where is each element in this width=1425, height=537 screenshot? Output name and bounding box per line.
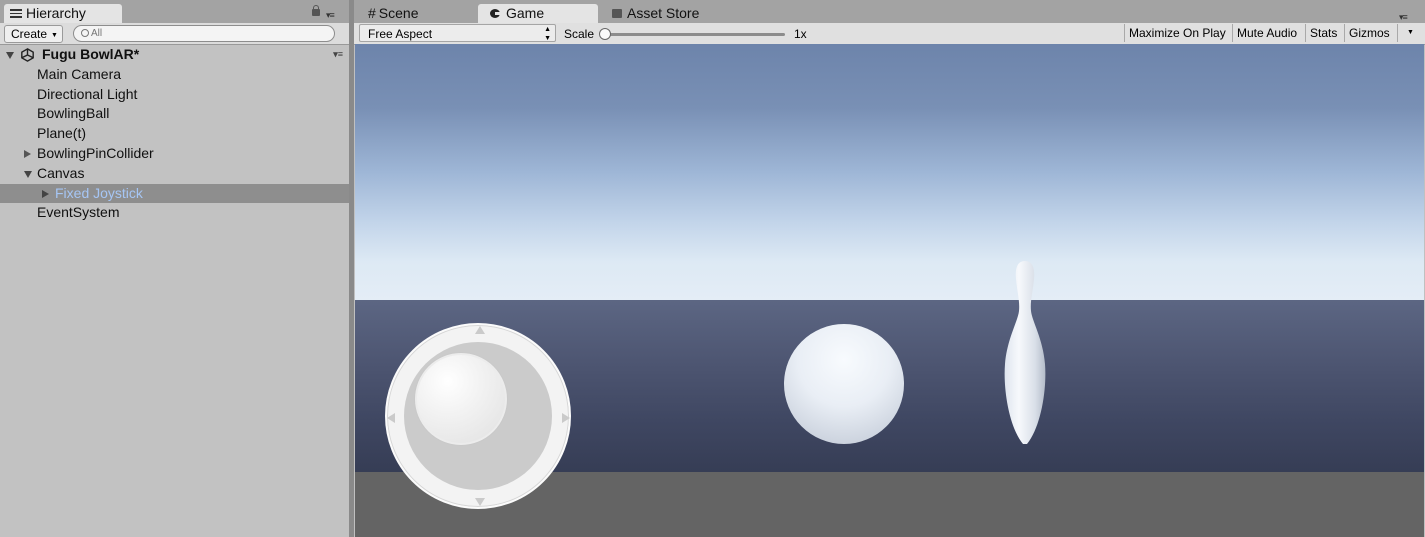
hierarchy-item-label: EventSystem [37, 204, 120, 221]
hierarchy-item-canvas[interactable]: Canvas [0, 164, 349, 184]
list-icon [10, 9, 22, 18]
shopping-bag-icon [612, 9, 622, 18]
maximize-on-play-toggle[interactable]: Maximize On Play [1124, 24, 1230, 42]
hierarchy-item-main-camera[interactable]: Main Camera [0, 65, 349, 85]
tab-game[interactable]: Game [478, 4, 598, 23]
hierarchy-item-bowlingpincollider[interactable]: BowlingPinCollider [0, 144, 349, 164]
hierarchy-toolbar: Create ▼ [0, 23, 349, 45]
gizmos-dropdown-caret-icon[interactable]: ▼ [1397, 24, 1423, 42]
tab-asset-store-label: Asset Store [627, 5, 700, 21]
scale-value: 1x [794, 27, 807, 41]
gizmos-toggle[interactable]: Gizmos [1344, 24, 1394, 42]
create-button[interactable]: Create ▼ [4, 25, 63, 43]
hierarchy-item-plane[interactable]: Plane(t) [0, 124, 349, 144]
fixed-joystick[interactable] [385, 323, 571, 509]
hierarchy-item-label: Fixed Joystick [55, 184, 143, 201]
scene-menu-icon[interactable]: ▾≡ [333, 45, 343, 65]
joystick-handle[interactable] [415, 353, 507, 445]
scale-slider-handle[interactable] [599, 28, 611, 40]
game-panel: # Scene Game Asset Store ▾≡ Free Aspect ▲… [354, 0, 1425, 537]
scene-name: Fugu BowlAR* [42, 46, 140, 62]
game-viewport[interactable] [355, 44, 1424, 537]
hierarchy-item-label: Main Camera [37, 65, 122, 82]
search-field[interactable] [73, 25, 335, 42]
hierarchy-item-eventsystem[interactable]: EventSystem [0, 203, 349, 223]
tab-scene[interactable]: # Scene [360, 4, 472, 23]
gamepad-icon [490, 9, 501, 18]
expand-arrow-icon[interactable] [6, 52, 14, 59]
dropdown-caret-icon: ▼ [51, 32, 58, 39]
bowling-ball [784, 324, 904, 444]
arrow-down-icon [475, 498, 485, 506]
tab-asset-store[interactable]: Asset Store [606, 4, 766, 23]
tab-hierarchy[interactable]: Hierarchy [4, 4, 122, 23]
hierarchy-item-directional-light[interactable]: Directional Light [0, 85, 349, 105]
tab-scene-label: Scene [378, 5, 419, 21]
view-tab-strip: # Scene Game Asset Store ▾≡ [354, 0, 1425, 23]
search-icon [81, 29, 89, 37]
bowling-pin [1004, 261, 1046, 444]
unity-logo-icon [21, 48, 34, 62]
hierarchy-item-bowlingball[interactable]: BowlingBall [0, 104, 349, 124]
arrow-up-icon [475, 326, 485, 334]
stats-toggle[interactable]: Stats [1305, 24, 1341, 42]
pane-menu-icon[interactable]: ▾≡ [1399, 12, 1408, 23]
scale-slider-track[interactable] [602, 33, 785, 36]
expand-arrow-icon[interactable] [42, 189, 49, 198]
tab-hierarchy-label: Hierarchy [26, 5, 86, 21]
hierarchy-item-label: Directional Light [37, 85, 138, 102]
hierarchy-tree: Fugu BowlAR* ▾≡ Main Camera Directional … [0, 45, 349, 223]
collapse-arrow-icon[interactable] [24, 170, 32, 178]
hierarchy-item-fixed-joystick[interactable]: Fixed Joystick [0, 183, 349, 204]
search-input[interactable] [89, 28, 291, 39]
hierarchy-item-label: Plane(t) [37, 125, 87, 142]
hierarchy-item-label: BowlingPinCollider [37, 144, 154, 161]
hierarchy-tab-strip: Hierarchy ▾≡ [0, 0, 349, 23]
aspect-label: Free Aspect [368, 27, 433, 41]
expand-arrow-icon[interactable] [24, 149, 31, 158]
updown-arrows-icon: ▲ ▼ [544, 26, 551, 42]
game-toolbar: Free Aspect ▲ ▼ Scale 1x Maximize On Play… [354, 23, 1425, 45]
tab-game-label: Game [506, 5, 545, 21]
scale-label: Scale [564, 27, 595, 41]
arrow-right-icon [562, 413, 570, 423]
hierarchy-panel: Hierarchy ▾≡ Create▼ Fugu BowlAR* ▾≡ Mai… [0, 0, 349, 537]
sky [355, 44, 1424, 300]
pane-menu-icon[interactable]: ▾≡ [326, 10, 335, 21]
aspect-dropdown[interactable]: Free Aspect ▲ ▼ [359, 24, 556, 42]
scene-row[interactable]: Fugu BowlAR* ▾≡ [0, 45, 349, 65]
hierarchy-item-label: Canvas [37, 164, 85, 181]
arrow-left-icon [387, 413, 395, 423]
lock-icon[interactable] [312, 5, 320, 16]
hierarchy-item-label: BowlingBall [37, 105, 110, 122]
hash-icon: # [368, 5, 376, 21]
create-button-label: Create [11, 27, 48, 41]
mute-audio-toggle[interactable]: Mute Audio [1232, 24, 1301, 42]
